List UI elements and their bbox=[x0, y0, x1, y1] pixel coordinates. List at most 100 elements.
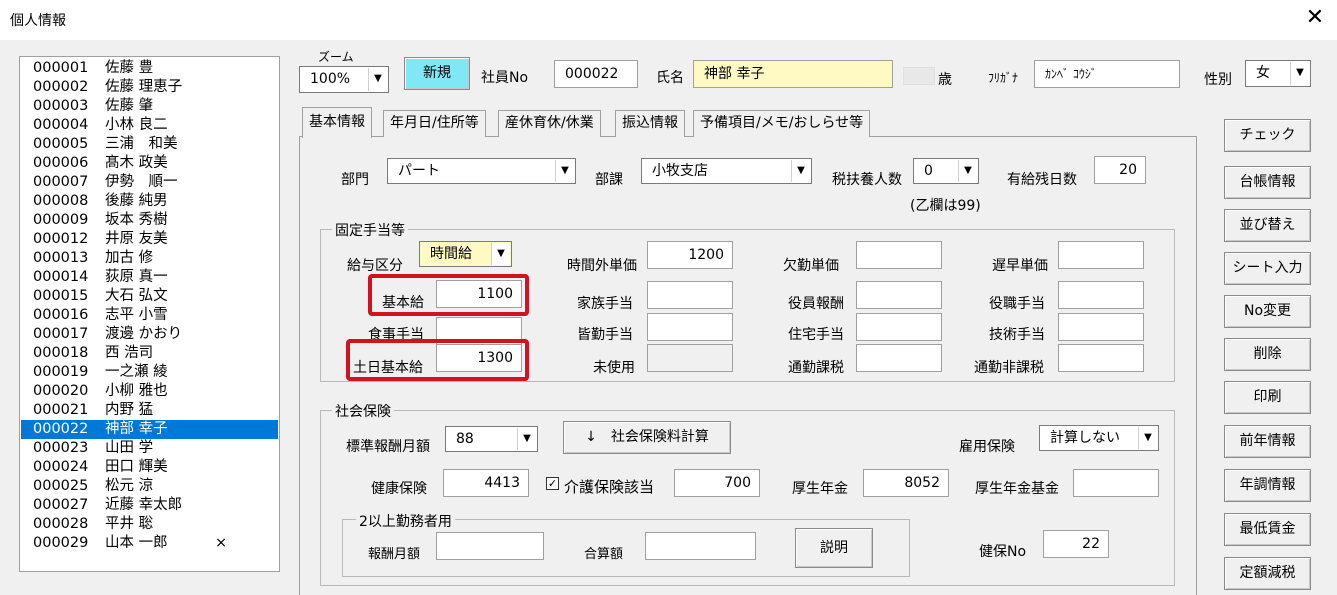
tab-leave[interactable]: 産休育休/休業 bbox=[498, 110, 601, 137]
list-item[interactable]: 000008 後藤 純男 bbox=[21, 192, 278, 211]
tab-basic[interactable]: 基本情報 bbox=[302, 107, 372, 138]
explain-button[interactable]: 説明 bbox=[795, 528, 873, 568]
employee-name: 後藤 純男 bbox=[105, 193, 168, 209]
chevron-down-icon: ▼ bbox=[555, 160, 574, 182]
list-item[interactable]: 000009 坂本 秀樹 bbox=[21, 211, 278, 230]
list-item[interactable]: 000013 加古 修 bbox=[21, 249, 278, 268]
pay-type-label: 給与区分 bbox=[347, 258, 403, 274]
attendance-allowance-field[interactable] bbox=[647, 313, 733, 341]
multi-total-field[interactable] bbox=[645, 532, 756, 560]
commute-taxable-field[interactable] bbox=[856, 344, 942, 372]
overtime-rate-field[interactable]: 1200 bbox=[647, 241, 733, 269]
list-item[interactable]: 000020 小柳 雅也 bbox=[21, 382, 278, 401]
gender-select[interactable]: 女 ▼ bbox=[1245, 60, 1311, 87]
list-item[interactable]: 000016 志平 小雪 bbox=[21, 306, 278, 325]
list-item[interactable]: 000015 大石 弘文 bbox=[21, 287, 278, 306]
employment-insurance-select[interactable]: 計算しない ▼ bbox=[1039, 425, 1159, 451]
check-button[interactable]: チェック bbox=[1224, 119, 1311, 152]
pay-type-select[interactable]: 時間給 ▼ bbox=[419, 241, 512, 267]
position-allowance-field[interactable] bbox=[1058, 281, 1144, 309]
list-item[interactable]: 000002 佐藤 理恵子 bbox=[21, 78, 278, 97]
fixed-tax-cut-button[interactable]: 定額減税 bbox=[1224, 557, 1311, 590]
list-item[interactable]: 000003 佐藤 肇 bbox=[21, 97, 278, 116]
pension-fund-field[interactable] bbox=[1073, 469, 1159, 497]
list-item[interactable]: 000004 小林 良二 bbox=[21, 116, 278, 135]
dependents-label: 税扶養人数 bbox=[832, 172, 902, 188]
section-select[interactable]: 小牧支店 ▼ bbox=[641, 158, 812, 184]
list-item[interactable]: 000005 三浦 和美 bbox=[21, 135, 278, 154]
list-item[interactable]: 000001 佐藤 豊 bbox=[21, 59, 278, 78]
emp-no-field[interactable]: 000022 bbox=[554, 60, 638, 88]
list-item[interactable]: 000022 神部 幸子 bbox=[21, 420, 278, 439]
multi-monthly-field[interactable] bbox=[436, 532, 544, 560]
delete-button[interactable]: 削除 bbox=[1224, 338, 1311, 371]
list-item[interactable]: 000012 井原 友美 bbox=[21, 230, 278, 249]
min-wage-button[interactable]: 最低賃金 bbox=[1224, 513, 1311, 546]
employee-name: 三浦 和美 bbox=[105, 136, 178, 152]
chevron-down-icon: ▼ bbox=[1138, 427, 1157, 449]
employee-name: 志平 小雪 bbox=[105, 307, 168, 323]
health-no-field[interactable]: 22 bbox=[1043, 530, 1109, 558]
list-item[interactable]: 000027 近藤 幸太郎 bbox=[21, 496, 278, 515]
list-item[interactable]: 000006 髙木 政美 bbox=[21, 154, 278, 173]
list-item[interactable]: 000021 内野 猛 bbox=[21, 401, 278, 420]
list-item[interactable]: 000007 伊勢 順一 bbox=[21, 173, 278, 192]
officer-pay-field[interactable] bbox=[856, 281, 942, 309]
sheet-input-button[interactable]: シート入力 bbox=[1224, 252, 1311, 285]
housing-allowance-field[interactable] bbox=[856, 313, 942, 341]
list-item[interactable]: 000024 田口 輝美 bbox=[21, 458, 278, 477]
employee-name: 渡邊 かおり bbox=[105, 326, 183, 342]
dependents-select[interactable]: 0 ▼ bbox=[913, 158, 979, 184]
year-end-adjust-button[interactable]: 年調情報 bbox=[1224, 469, 1311, 502]
care-insurance-field[interactable]: 700 bbox=[674, 469, 760, 497]
zoom-label: ズーム bbox=[318, 50, 354, 64]
prev-year-button[interactable]: 前年情報 bbox=[1224, 425, 1311, 458]
employee-list[interactable]: 000001 佐藤 豊 000002 佐藤 理恵子 000003 佐藤 肇 000004 小林… bbox=[19, 56, 280, 572]
employee-name: 西 浩司 bbox=[105, 345, 154, 361]
list-item[interactable]: 000028 平井 聡 bbox=[21, 515, 278, 534]
sort-button[interactable]: 並び替え bbox=[1224, 209, 1311, 242]
furigana-field[interactable]: ｶﾝﾍﾞ ｺｳｼﾞ bbox=[1034, 60, 1180, 88]
skill-allowance-field[interactable] bbox=[1058, 313, 1144, 341]
dept-select[interactable]: パート ▼ bbox=[387, 158, 576, 184]
close-icon[interactable]: ✕ bbox=[1302, 4, 1328, 32]
calc-insurance-button[interactable]: ↓ 社会保険料計算 bbox=[563, 421, 731, 454]
employee-name: 小柳 雅也 bbox=[105, 383, 168, 399]
change-no-button[interactable]: No変更 bbox=[1224, 295, 1311, 328]
list-item[interactable]: 000018 西 浩司 bbox=[21, 344, 278, 363]
paid-leave-field[interactable]: 20 bbox=[1094, 156, 1146, 184]
commute-nontaxable-field[interactable] bbox=[1058, 344, 1144, 372]
health-insurance-field[interactable]: 4413 bbox=[443, 469, 529, 497]
chevron-down-icon: ▼ bbox=[791, 160, 810, 182]
absence-rate-field[interactable] bbox=[856, 241, 942, 269]
tab-dates-address[interactable]: 年月日/住所等 bbox=[383, 110, 486, 137]
list-item[interactable]: 000023 山田 学 bbox=[21, 439, 278, 458]
print-button[interactable]: 印刷 bbox=[1224, 381, 1311, 414]
family-allowance-field[interactable] bbox=[647, 281, 733, 309]
list-item[interactable]: 000019 一之瀬 綾 bbox=[21, 363, 278, 382]
employee-no: 000016 bbox=[33, 307, 89, 323]
ledger-info-button[interactable]: 台帳情報 bbox=[1224, 166, 1311, 199]
dept-label: 部門 bbox=[341, 172, 369, 188]
list-item[interactable]: 000014 荻原 真一 bbox=[21, 268, 278, 287]
list-item[interactable]: 000017 渡邊 かおり bbox=[21, 325, 278, 344]
list-item[interactable]: 000025 松元 涼 bbox=[21, 477, 278, 496]
pension-field[interactable]: 8052 bbox=[863, 469, 949, 497]
multi-total-label: 合算額 bbox=[584, 547, 624, 562]
tab-reserve-memo[interactable]: 予備項目/メモ/おしらせ等 bbox=[693, 110, 871, 137]
list-item[interactable]: 000029 山本 一郎 × bbox=[21, 534, 278, 553]
care-insurance-checkbox[interactable]: ✓ bbox=[546, 477, 559, 490]
late-rate-field[interactable] bbox=[1058, 241, 1144, 269]
employee-name: 山本 一郎 bbox=[105, 535, 168, 551]
employee-no: 000024 bbox=[33, 459, 89, 475]
health-insurance-label: 健康保険 bbox=[371, 481, 427, 497]
name-field[interactable]: 神部 幸子 bbox=[693, 60, 893, 88]
std-monthly-select[interactable]: 88 ▼ bbox=[445, 426, 538, 452]
employee-name: 大石 弘文 bbox=[105, 288, 168, 304]
employee-no: 000017 bbox=[33, 326, 89, 342]
new-button[interactable]: 新規 bbox=[404, 57, 470, 90]
employee-no: 000005 bbox=[33, 136, 89, 152]
tab-bank[interactable]: 振込情報 bbox=[615, 110, 685, 137]
zoom-select[interactable]: 100% ▼ bbox=[299, 66, 389, 93]
housing-allowance-label: 住宅手当 bbox=[788, 327, 844, 343]
